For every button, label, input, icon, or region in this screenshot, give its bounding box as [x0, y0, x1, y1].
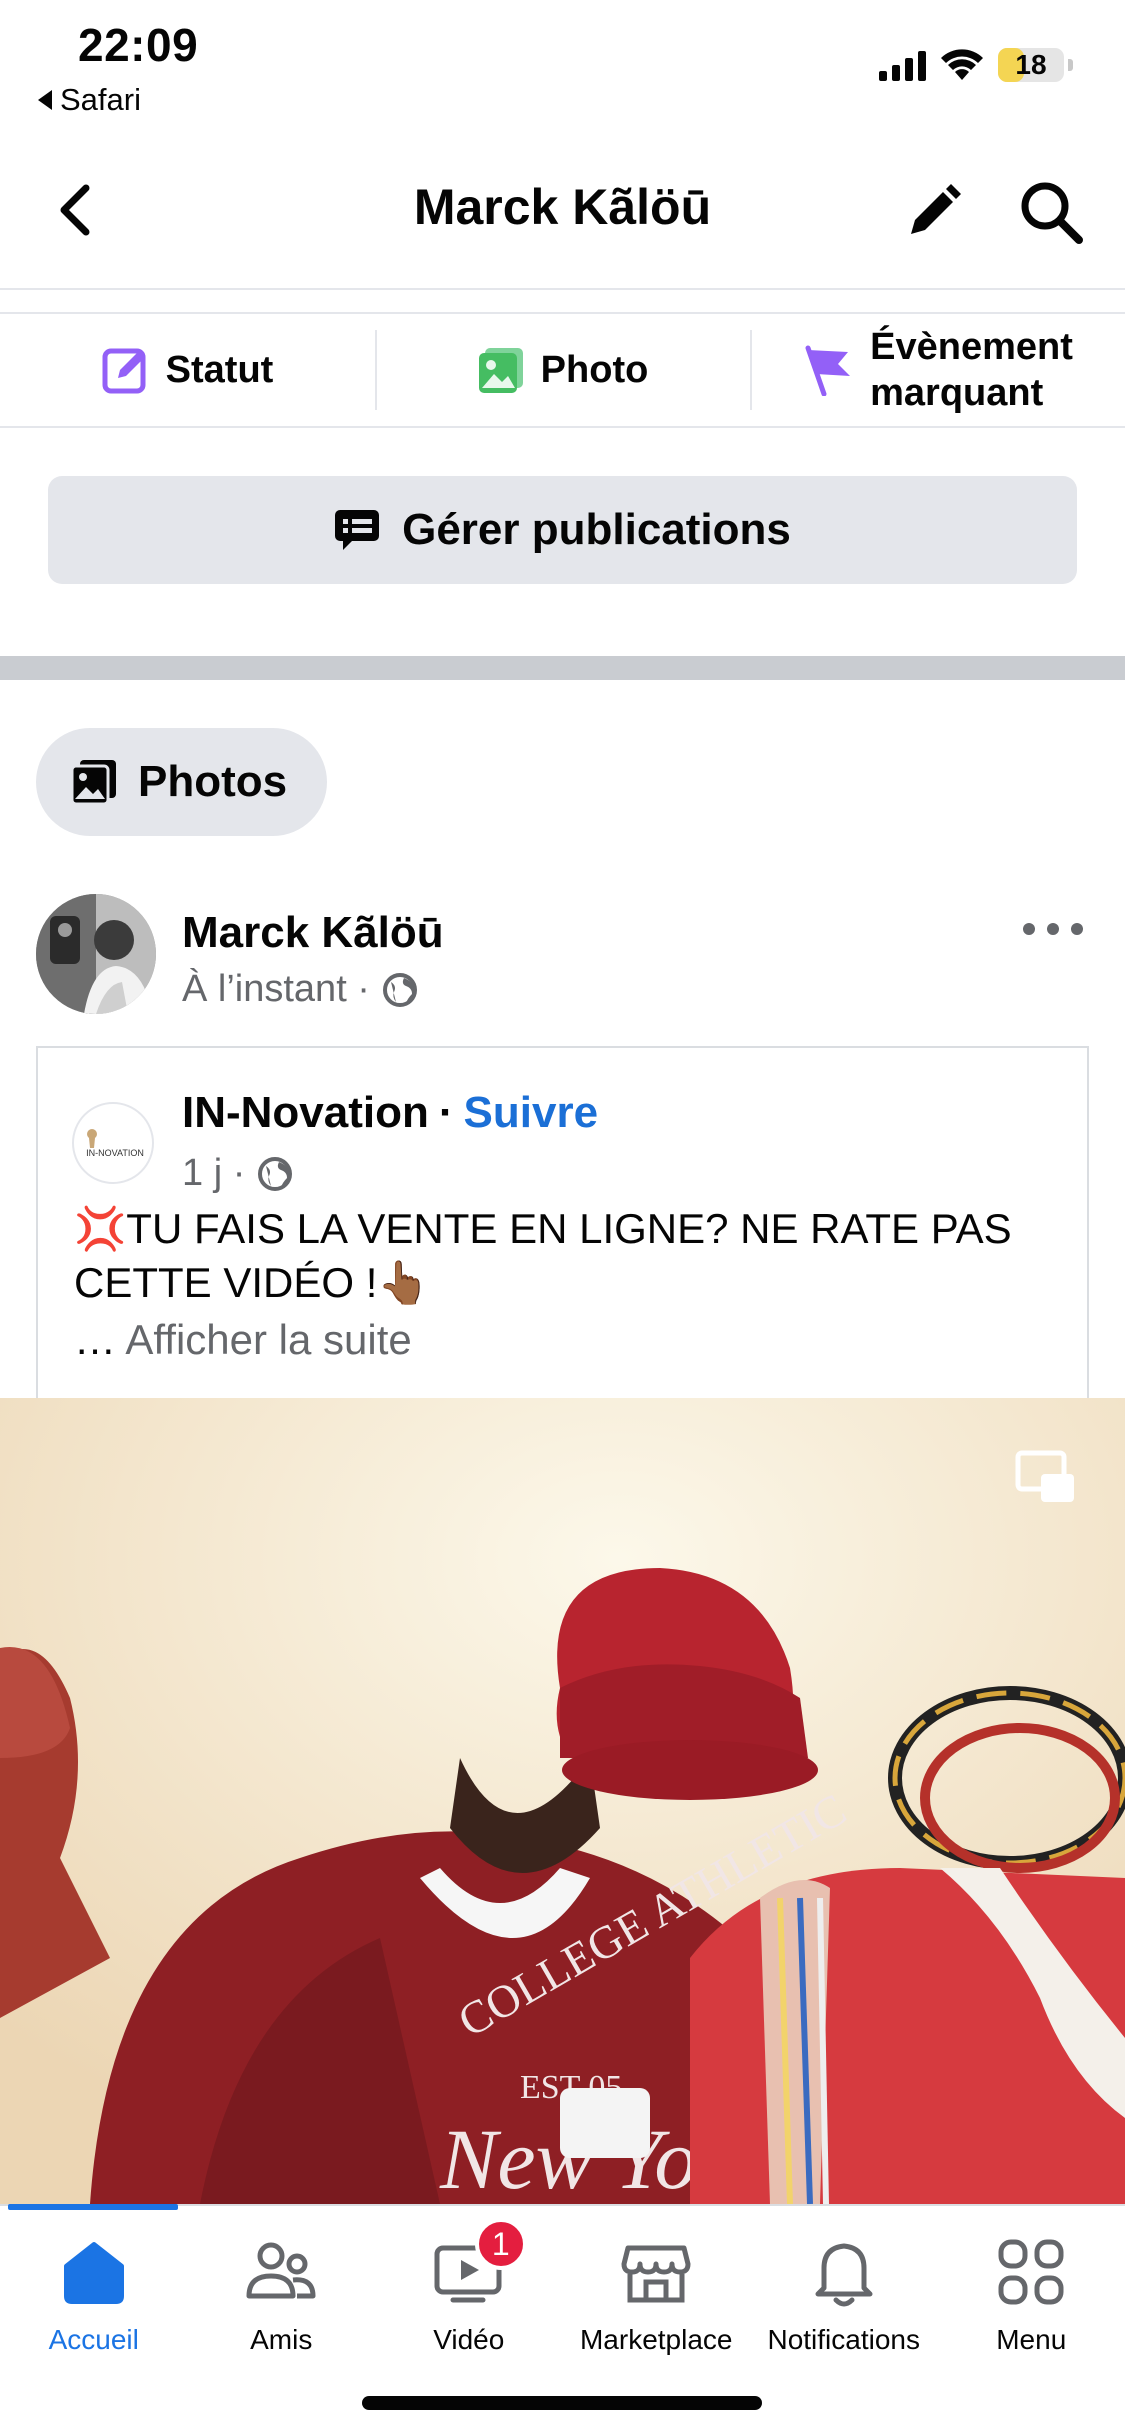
globe-icon: [382, 972, 417, 1007]
ellipsis: …: [74, 1316, 116, 1363]
profile-header: Marck Kãlöū: [0, 150, 1125, 290]
see-more-line: … Afficher la suite: [74, 1316, 412, 1364]
composer-status-label: Statut: [165, 348, 274, 391]
shared-post-text: 💢TU FAIS LA VENTE EN LIGNE? NE RATE PAS …: [74, 1205, 1012, 1306]
post-header: Marck Kãlöū À l’instant ·: [36, 894, 1089, 1024]
manage-posts-label: Gérer publications: [402, 505, 791, 554]
composer-photo-label: Photo: [540, 348, 649, 391]
home-indicator[interactable]: [362, 2396, 762, 2410]
shared-post-meta: 1 j ·: [182, 1152, 293, 1195]
bell-icon: [815, 2243, 873, 2307]
video-frame: COLLEGE ATHLETIC EST 05 New York: [0, 1398, 1125, 2204]
more-options-icon[interactable]: [1023, 914, 1083, 944]
status-bar: 22:09 Safari 18: [0, 0, 1125, 130]
composer-photo-button[interactable]: Photo: [375, 314, 750, 426]
tab-video[interactable]: 1 Vidéo: [375, 2206, 563, 2386]
separator-dot: ·: [438, 1088, 454, 1137]
photos-chip-label: Photos: [138, 757, 288, 806]
page-logo: IN-NOVATION: [86, 1129, 144, 1158]
manage-posts-button[interactable]: Gérer publications: [48, 476, 1077, 584]
post-time: À l’instant ·: [182, 968, 370, 1010]
edit-pencil-icon[interactable]: [901, 180, 965, 244]
video-notification-badge: 1: [474, 2218, 527, 2270]
photos-chip[interactable]: Photos: [36, 728, 328, 836]
photos-icon: [70, 760, 116, 805]
see-more-link[interactable]: Afficher la suite: [125, 1316, 411, 1363]
avatar-photo: [36, 894, 156, 1014]
tab-home[interactable]: Accueil: [0, 2206, 188, 2386]
tab-video-label: Vidéo: [433, 2324, 505, 2355]
picture-in-picture-icon[interactable]: [1015, 1450, 1077, 1506]
flag-icon: [805, 345, 851, 396]
video-icon-wrap: 1: [431, 2218, 527, 2310]
post-meta: À l’instant ·: [182, 968, 418, 1011]
photo-icon: [478, 348, 523, 393]
shared-author-line: IN-Novation · Suivre: [182, 1088, 598, 1138]
edit-status-icon: [102, 348, 146, 394]
back-to-safari[interactable]: Safari: [38, 82, 141, 118]
tab-notifications-label: Notifications: [767, 2324, 920, 2355]
battery-icon: 18: [998, 48, 1064, 82]
author-avatar[interactable]: [36, 894, 156, 1014]
battery-level: 18: [1015, 49, 1047, 80]
tab-friends[interactable]: Amis: [188, 2206, 376, 2386]
post-author-name[interactable]: Marck Kãlöū: [182, 908, 444, 958]
shared-page-name[interactable]: IN-Novation: [182, 1088, 429, 1138]
follow-link[interactable]: Suivre: [464, 1088, 599, 1138]
wifi-icon: [941, 49, 983, 80]
back-app-label: Safari: [60, 82, 141, 117]
composer-row: Statut Photo Évènement marquant: [0, 312, 1125, 428]
status-time: 22:09: [78, 19, 199, 71]
manage-posts-icon: [335, 510, 380, 550]
shared-post-card: IN-NOVATION IN-Novation · Suivre 1 j · 💢…: [36, 1046, 1089, 1400]
signal-icon: [879, 49, 926, 81]
tab-menu-label: Menu: [996, 2324, 1067, 2355]
marketplace-icon: [621, 2245, 691, 2303]
svg-text:IN-NOVATION: IN-NOVATION: [86, 1148, 144, 1158]
tab-menu[interactable]: Menu: [938, 2206, 1125, 2386]
tab-notifications[interactable]: Notifications: [750, 2206, 938, 2386]
globe-icon: [258, 1156, 293, 1191]
tab-marketplace-label: Marketplace: [579, 2324, 733, 2355]
friends-icon: [246, 2242, 316, 2299]
post-video[interactable]: COLLEGE ATHLETIC EST 05 New York: [0, 1398, 1125, 2204]
menu-grid-icon: [998, 2239, 1064, 2305]
back-triangle-icon: [38, 90, 52, 110]
search-icon[interactable]: [1017, 178, 1085, 246]
status-indicators: 18: [879, 48, 1073, 82]
tab-friends-label: Amis: [250, 2324, 313, 2355]
tab-marketplace[interactable]: Marketplace: [563, 2206, 751, 2386]
shared-post-time: 1 j ·: [182, 1152, 246, 1194]
composer-life-event-button[interactable]: Évènement marquant: [750, 314, 1125, 426]
page-avatar[interactable]: IN-NOVATION: [72, 1102, 154, 1184]
section-divider: [0, 656, 1125, 680]
composer-event-label: Évènement marquant: [870, 326, 1073, 414]
tab-home-label: Accueil: [48, 2324, 139, 2355]
home-icon: [63, 2242, 124, 2304]
composer-status-button[interactable]: Statut: [0, 314, 375, 426]
